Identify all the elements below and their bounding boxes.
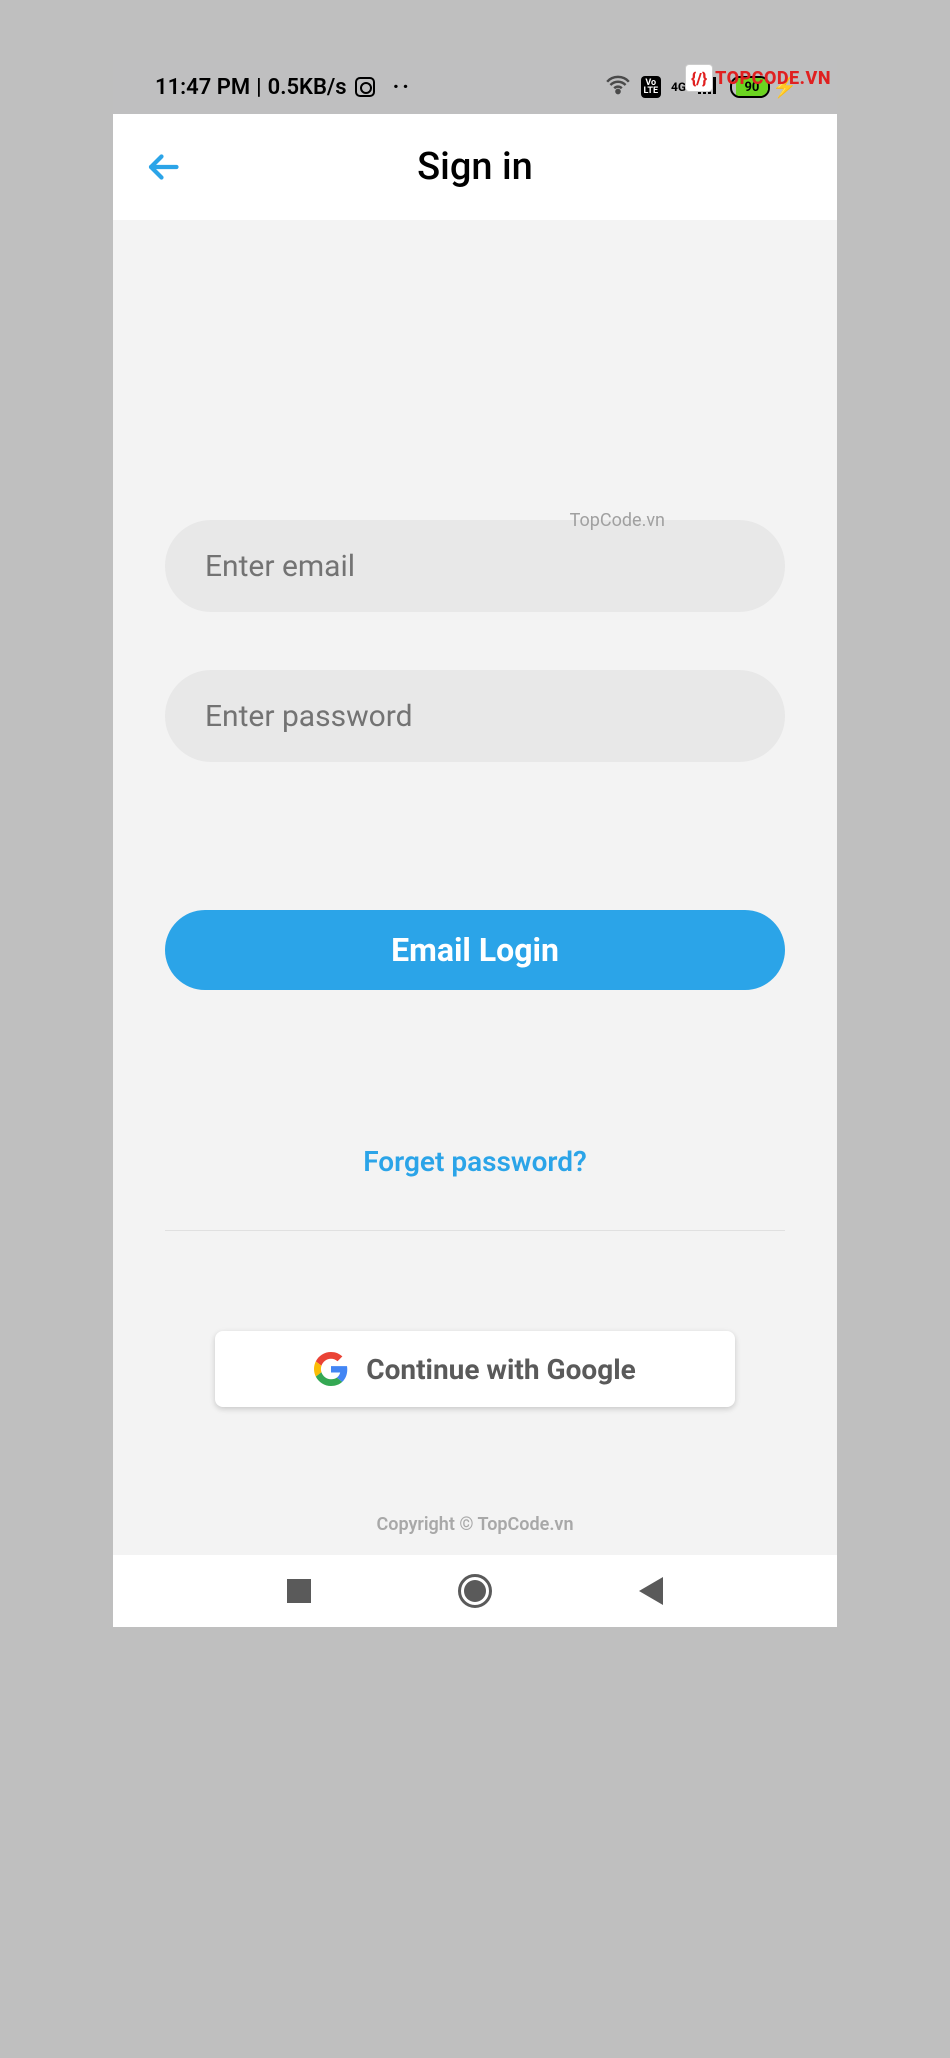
password-input[interactable]: [165, 670, 785, 762]
instagram-icon: [355, 77, 375, 97]
wifi-icon: [605, 72, 631, 102]
back-button[interactable]: [145, 149, 181, 185]
email-input[interactable]: [165, 520, 785, 612]
back-nav-button[interactable]: [639, 1577, 663, 1605]
volte-icon: VoLTE: [641, 76, 662, 98]
content-area: TopCode.vn Email Login Forget password?: [113, 220, 837, 1555]
divider: [165, 1230, 785, 1231]
copyright-text: Copyright © TopCode.vn: [113, 1514, 837, 1535]
watermark-text: TopCode.vn: [570, 510, 665, 531]
status-time: 11:47 PM: [155, 75, 250, 100]
app-header: Sign in: [113, 114, 837, 220]
android-nav-bar: [113, 1555, 837, 1627]
topcode-logo-icon: {/}: [685, 64, 713, 92]
email-login-button[interactable]: Email Login: [165, 910, 785, 990]
recents-button[interactable]: [287, 1579, 311, 1603]
home-button[interactable]: [458, 1574, 492, 1608]
forget-password-link[interactable]: Forget password?: [165, 1145, 785, 1178]
google-signin-button[interactable]: Continue with Google: [215, 1331, 735, 1407]
status-data-rate: 0.5KB/s: [268, 75, 347, 100]
page-title: Sign in: [113, 145, 837, 189]
google-button-label: Continue with Google: [366, 1353, 635, 1386]
status-left: 11:47 PM | 0.5KB/s ··: [155, 75, 412, 100]
network-gen-label: 4G: [671, 80, 686, 94]
google-icon: [314, 1352, 348, 1386]
more-dots-icon: ··: [393, 75, 412, 100]
topcode-watermark: {/} TOPCODE.VN: [685, 64, 831, 92]
topcode-brand-text: TOPCODE.VN: [715, 68, 831, 89]
